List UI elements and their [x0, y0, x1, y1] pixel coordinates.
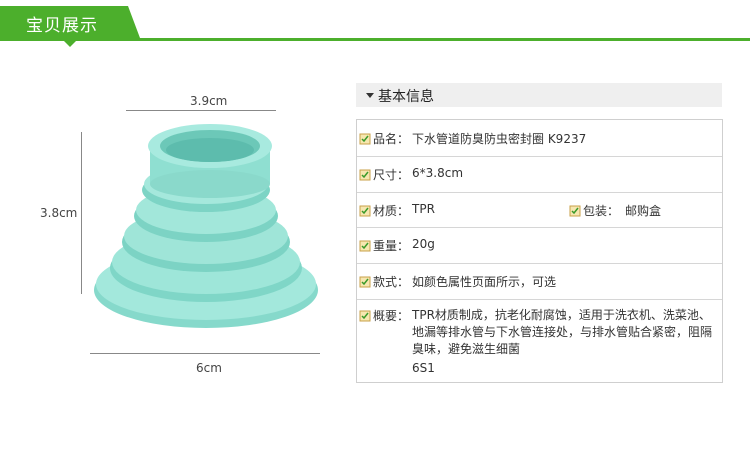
- info-row-name: 品名： 下水管道防臭防虫密封圈 K9237: [357, 120, 722, 157]
- info-section-header[interactable]: 基本信息: [356, 83, 722, 107]
- row-label-packaging: 包装：: [583, 204, 620, 218]
- header-underline: [0, 38, 750, 41]
- info-row-summary: 概要： TPR材质制成，抗老化耐腐蚀，适用于洗衣机、洗菜池、地漏等排水管与下水管…: [357, 299, 722, 382]
- row-value: 6*3.8cm: [412, 166, 464, 180]
- row-label: 重量：: [373, 239, 410, 253]
- row-value-summary: TPR材质制成，抗老化耐腐蚀，适用于洗衣机、洗菜池、地漏等排水管与下水管连接处，…: [412, 308, 713, 356]
- row-value-packaging: 邮购盒: [625, 204, 662, 218]
- width-dimension-line: [126, 110, 276, 111]
- info-section-title: 基本信息: [378, 89, 434, 105]
- row-value: TPR: [412, 202, 435, 216]
- product-code: 6S1: [412, 361, 435, 375]
- info-table: 品名： 下水管道防臭防虫密封圈 K9237 尺寸： 6*3.8cm 材质： TP…: [356, 119, 723, 383]
- height-dimension-line: [81, 132, 82, 294]
- header-pointer: [64, 41, 76, 47]
- width-label: 3.9cm: [190, 94, 228, 108]
- note-icon: [359, 240, 371, 252]
- row-value: 20g: [412, 237, 435, 251]
- row-value: 如颜色属性页面所示，可选: [412, 275, 557, 289]
- info-row-weight: 重量： 20g: [357, 227, 722, 264]
- header-title: 宝贝展示: [26, 16, 98, 36]
- note-icon: [359, 205, 371, 217]
- base-dimension-line: [90, 353, 320, 354]
- info-row-size: 尺寸： 6*3.8cm: [357, 156, 722, 193]
- info-row-style: 款式： 如颜色属性页面所示，可选: [357, 263, 722, 300]
- info-row-material: 材质： TPR 包装： 邮购盒: [357, 192, 722, 228]
- base-label: 6cm: [196, 361, 222, 375]
- note-icon: [569, 205, 581, 217]
- row-value: 下水管道防臭防虫密封圈 K9237: [412, 132, 587, 146]
- note-icon: [359, 310, 371, 322]
- row-label: 款式：: [373, 275, 410, 289]
- height-label: 3.8cm: [40, 206, 78, 220]
- row-label: 概要：: [373, 309, 410, 323]
- note-icon: [359, 133, 371, 145]
- note-icon: [359, 276, 371, 288]
- row-label: 品名：: [373, 132, 410, 146]
- row-label: 尺寸：: [373, 168, 410, 182]
- sewer-seal-image: [94, 124, 318, 328]
- caret-down-icon: [366, 93, 374, 98]
- section-header: 宝贝展示: [0, 0, 750, 47]
- note-icon: [359, 169, 371, 181]
- row-label: 材质：: [373, 204, 410, 218]
